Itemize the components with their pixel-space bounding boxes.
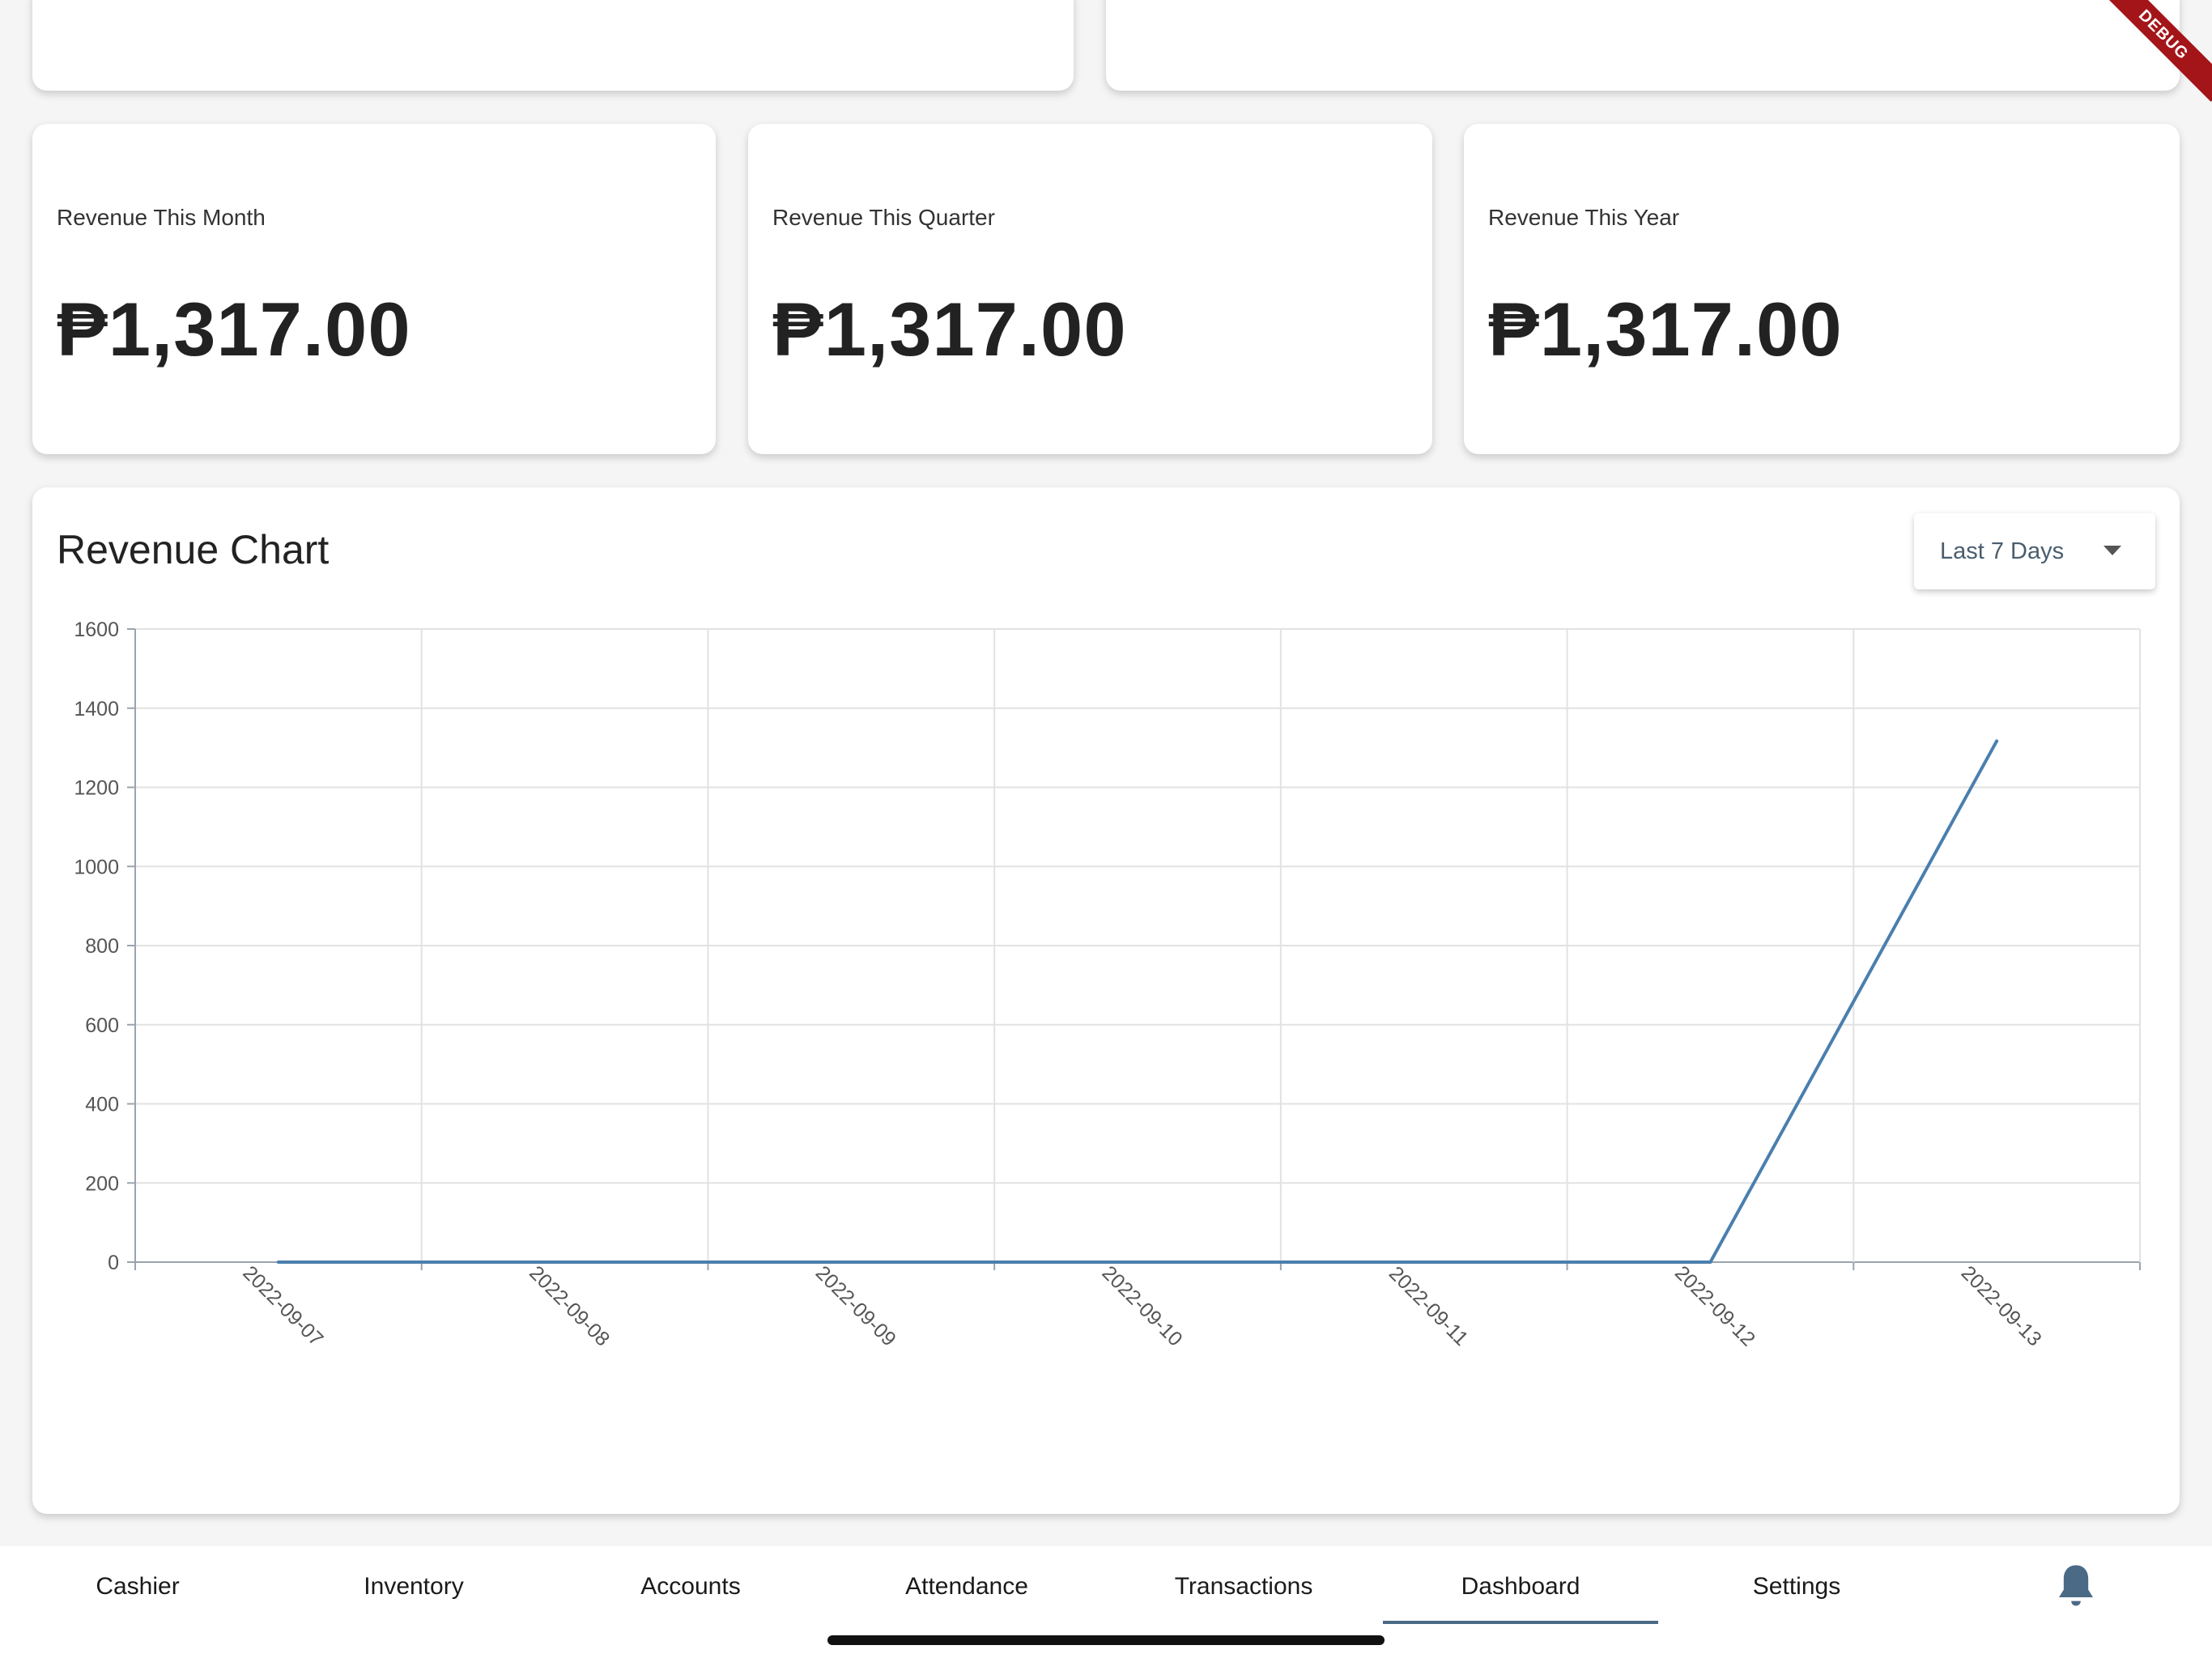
revenue-month-label: Revenue This Month bbox=[57, 205, 266, 230]
nav-dashboard[interactable]: Dashboard bbox=[1383, 1546, 1658, 1627]
x-tick-label: 2022-09-13 bbox=[1957, 1261, 2046, 1350]
x-tick-label: 2022-09-10 bbox=[1098, 1261, 1187, 1350]
y-tick-label: 600 bbox=[85, 1014, 119, 1037]
series-line bbox=[278, 740, 1998, 1264]
data-point bbox=[849, 1261, 853, 1264]
y-tick-label: 1600 bbox=[74, 619, 119, 641]
x-tick-label: 2022-09-12 bbox=[1670, 1261, 1759, 1350]
y-tick-label: 1400 bbox=[74, 698, 119, 721]
data-point bbox=[563, 1261, 567, 1264]
revenue-year-value: ₱1,317.00 bbox=[1488, 287, 1843, 372]
revenue-month-card: Revenue This Month ₱1,317.00 bbox=[32, 124, 716, 454]
bell-icon[interactable] bbox=[2053, 1561, 2099, 1611]
data-point bbox=[1708, 1261, 1712, 1264]
nav-transactions[interactable]: Transactions bbox=[1106, 1546, 1381, 1627]
nav-settings[interactable]: Settings bbox=[1659, 1546, 1934, 1627]
y-tick-label: 200 bbox=[85, 1172, 119, 1195]
data-point bbox=[1995, 739, 1999, 743]
x-tick-label: 2022-09-07 bbox=[238, 1261, 327, 1350]
revenue-month-value: ₱1,317.00 bbox=[57, 287, 411, 372]
y-tick-label: 1200 bbox=[74, 777, 119, 800]
x-tick-label: 2022-09-11 bbox=[1385, 1262, 1473, 1350]
data-point bbox=[1136, 1261, 1139, 1264]
home-indicator bbox=[827, 1635, 1385, 1645]
data-point bbox=[1422, 1261, 1426, 1264]
nav-inventory[interactable]: Inventory bbox=[276, 1546, 551, 1627]
y-tick-label: 800 bbox=[85, 935, 119, 958]
nav-attendance[interactable]: Attendance bbox=[829, 1546, 1104, 1627]
data-point bbox=[276, 1261, 280, 1264]
nav-cashier[interactable]: Cashier bbox=[0, 1546, 275, 1627]
y-tick-label: 1000 bbox=[74, 856, 119, 878]
revenue-quarter-card: Revenue This Quarter ₱1,317.00 bbox=[748, 124, 1432, 454]
bottom-navigation: Cashier Inventory Accounts Attendance Tr… bbox=[0, 1546, 2212, 1658]
top-card-right bbox=[1106, 0, 2180, 91]
x-tick-label: 2022-09-08 bbox=[525, 1261, 614, 1350]
top-card-left bbox=[32, 0, 1074, 91]
nav-active-indicator bbox=[1383, 1621, 1658, 1624]
revenue-quarter-value: ₱1,317.00 bbox=[772, 287, 1127, 372]
revenue-year-label: Revenue This Year bbox=[1488, 205, 1680, 230]
y-tick-label: 0 bbox=[108, 1252, 119, 1274]
y-tick-label: 400 bbox=[85, 1094, 119, 1116]
nav-accounts[interactable]: Accounts bbox=[553, 1546, 828, 1627]
revenue-chart-card: Revenue Chart Last 7 Days 0 200 400 600 800 1… bbox=[32, 487, 2180, 1514]
revenue-quarter-label: Revenue This Quarter bbox=[772, 205, 995, 230]
revenue-year-card: Revenue This Year ₱1,317.00 bbox=[1464, 124, 2180, 454]
x-tick-label: 2022-09-09 bbox=[811, 1261, 900, 1350]
revenue-line-chart: 0 200 400 600 800 1000 1200 1400 1600 2022-09-07 2… bbox=[74, 619, 2141, 1350]
